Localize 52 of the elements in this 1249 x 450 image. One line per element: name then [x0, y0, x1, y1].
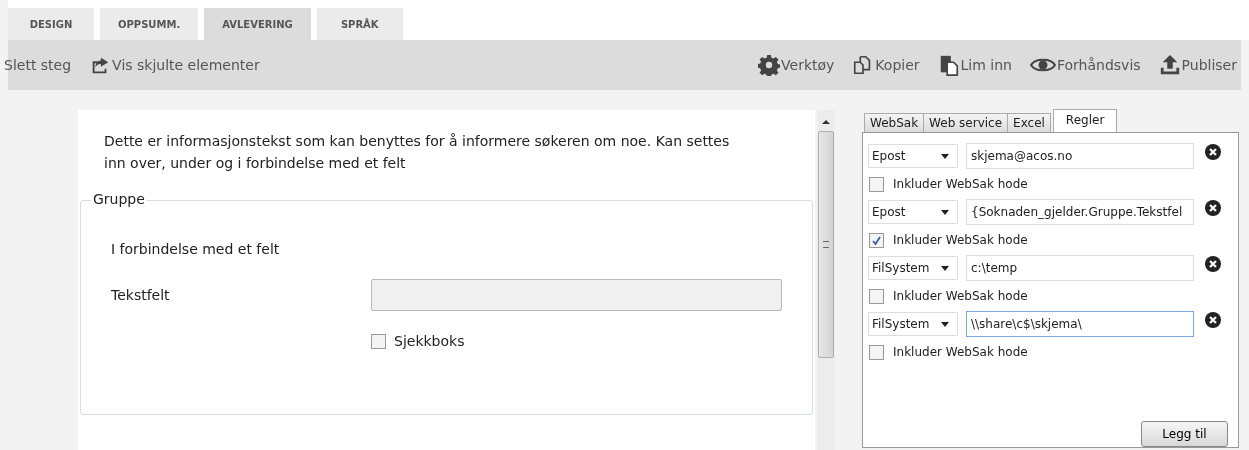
- toolbar-button[interactable]: Forhåndsvis: [1026, 57, 1145, 73]
- checkbox[interactable]: [371, 333, 386, 349]
- type-dropdown[interactable]: Epost: [868, 200, 958, 224]
- caret-icon: [941, 209, 949, 215]
- toolbar-button[interactable]: Slett steg: [0, 57, 76, 73]
- text-field[interactable]: c:\temp: [966, 255, 1194, 281]
- tab[interactable]: OPPSUMM.: [100, 8, 199, 40]
- group-title: Gruppe: [91, 191, 147, 207]
- type-dropdown[interactable]: FilSystem: [868, 256, 958, 280]
- tab[interactable]: DESIGN: [8, 8, 94, 40]
- scroll-thumb[interactable]: [818, 131, 834, 358]
- caret-icon: [941, 265, 949, 271]
- tab[interactable]: SPRÅK: [316, 8, 403, 40]
- checkbox-label: Inkluder WebSak hode: [893, 345, 1028, 359]
- scrollbar[interactable]: [817, 110, 835, 450]
- close-icon[interactable]: [1205, 144, 1221, 160]
- checkbox-label: Sjekkboks: [394, 333, 465, 349]
- checkbox[interactable]: [869, 232, 884, 248]
- text-field[interactable]: \\share\c$\skjema\: [966, 311, 1194, 337]
- type-dropdown[interactable]: Epost: [868, 144, 958, 168]
- eye-icon: [1030, 57, 1056, 73]
- scroll-up-icon[interactable]: [822, 120, 830, 124]
- tab[interactable]: Web service: [923, 113, 1009, 132]
- toolbar-button[interactable]: Publiser: [1154, 54, 1241, 76]
- settings-icon: [758, 54, 781, 76]
- text-field[interactable]: skjema@acos.no: [966, 143, 1194, 169]
- text-field[interactable]: {Soknaden_gjelder.Gruppe.Tekstfel: [966, 199, 1194, 225]
- checkbox-label: Inkluder WebSak hode: [893, 289, 1028, 303]
- checkbox[interactable]: [869, 344, 884, 360]
- type-dropdown[interactable]: FilSystem: [868, 312, 958, 336]
- tab[interactable]: Excel: [1007, 113, 1051, 132]
- close-icon[interactable]: [1205, 256, 1221, 272]
- toolbar-button[interactable]: Vis skjulte elementer: [85, 54, 264, 76]
- close-icon[interactable]: [1205, 200, 1221, 216]
- info-text: Dette er informasjonstekst som kan benyttes for å informere søkeren om noe. Kan settes inn over, under og i forbindelse med et felt: [103, 132, 731, 173]
- checkbox-label: Inkluder WebSak hode: [893, 233, 1028, 247]
- field-label: Tekstfelt: [111, 287, 171, 303]
- checkbox-label: Inkluder WebSak hode: [893, 177, 1028, 191]
- upload-icon: [1158, 54, 1181, 76]
- checkbox[interactable]: [869, 176, 884, 192]
- tab[interactable]: AVLEVERING: [204, 8, 311, 40]
- tab[interactable]: Regler: [1052, 109, 1118, 132]
- checkbox[interactable]: [869, 288, 884, 304]
- caret-icon: [941, 321, 949, 327]
- close-icon[interactable]: [1205, 312, 1221, 328]
- field-description: I forbindelse med et felt: [111, 241, 281, 257]
- toolbar-button[interactable]: Verktøy: [754, 54, 839, 76]
- tab[interactable]: WebSak: [864, 113, 925, 132]
- toolbar-button[interactable]: Kopier: [848, 54, 924, 76]
- caret-icon: [941, 153, 949, 159]
- toolbar-button[interactable]: Lim inn: [933, 54, 1016, 76]
- add-button[interactable]: Legg til: [1141, 421, 1228, 447]
